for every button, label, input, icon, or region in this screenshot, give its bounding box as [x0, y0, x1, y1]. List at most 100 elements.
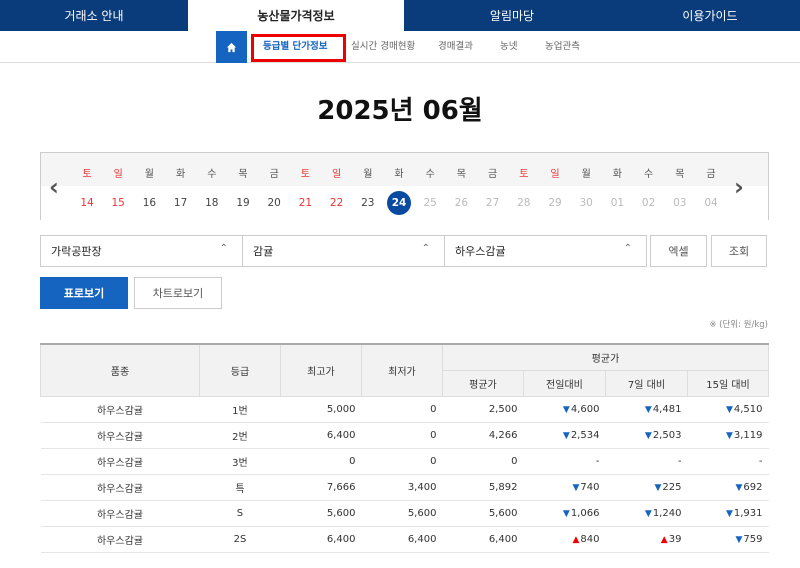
- arrow-down-icon: ▼: [725, 404, 733, 415]
- calendar-weekday: 화: [612, 169, 622, 180]
- calendar-date[interactable]: 01: [605, 197, 629, 209]
- cell-prev-day-value: 4,600: [570, 403, 600, 415]
- cell-max: 5,600: [280, 500, 362, 527]
- table-row: 하우스감귤 S 5,600 5,600 5,600 ▼1,066 ▼1,240 ▼1,931: [40, 500, 769, 527]
- chevron-left-icon[interactable]: ‹: [49, 173, 59, 201]
- cell-avg: 5,892: [442, 474, 524, 501]
- calendar-weekday: 금: [269, 169, 279, 180]
- cell-avg: 2,500: [442, 396, 524, 423]
- calendar-weekday: 수: [643, 169, 654, 180]
- cell-7day-value: -: [677, 455, 682, 467]
- item-select-value: 감귤: [253, 245, 274, 258]
- calendar-date[interactable]: 04: [699, 197, 723, 209]
- cell-15day-value: 759: [743, 533, 763, 545]
- table-row: 하우스감귤 3번 0 0 0- - -: [40, 448, 769, 475]
- home-button[interactable]: [216, 31, 247, 63]
- cell-avg: 6,400: [442, 526, 524, 553]
- table-row: 하우스감귤 2번 6,400 0 4,266 ▼2,534 ▼2,503 ▼3,119: [40, 422, 769, 449]
- top-nav: 거래소 안내 농산물가격정보 알림마당 이용가이드: [0, 0, 800, 31]
- calendar-date[interactable]: 22: [325, 197, 349, 209]
- variety-select[interactable]: 하우스감귤 ⌃: [444, 235, 647, 267]
- variety-select-value: 하우스감귤: [455, 245, 506, 258]
- nav-tab-notice[interactable]: 알림마당: [404, 0, 620, 31]
- calendar-weekday: 화: [394, 169, 404, 180]
- calendar-date[interactable]: 19: [231, 197, 255, 209]
- calendar-date[interactable]: 17: [169, 197, 193, 209]
- cell-7day: ▲39: [605, 526, 688, 553]
- calendar-date[interactable]: 29: [543, 197, 567, 209]
- calendar-date[interactable]: 18: [200, 197, 224, 209]
- highlight-box: [251, 34, 346, 62]
- search-button[interactable]: 조회: [711, 235, 767, 267]
- header-max: 최고가: [279, 343, 362, 397]
- cell-15day-value: 692: [743, 481, 763, 493]
- header-7day: 7일 대비: [604, 369, 688, 397]
- nav-tab-exchange-info[interactable]: 거래소 안내: [0, 0, 188, 31]
- calendar-date[interactable]: 20: [262, 197, 286, 209]
- cell-variety: 하우스감귤: [40, 396, 200, 423]
- calendar-date[interactable]: 02: [637, 197, 661, 209]
- cell-avg: 4,266: [442, 422, 524, 449]
- calendar-date[interactable]: 28: [512, 197, 536, 209]
- arrow-down-icon: ▼: [725, 508, 733, 519]
- calendar-weekday: 금: [487, 169, 498, 180]
- chevron-right-icon[interactable]: ›: [734, 173, 744, 201]
- calendar-weekday: 목: [238, 169, 248, 180]
- calendar-weekday: 토: [300, 169, 310, 180]
- calendar-date[interactable]: 23: [356, 197, 380, 209]
- arrow-up-icon: ▲: [572, 534, 580, 545]
- chart-view-button[interactable]: 차트로보기: [134, 277, 222, 309]
- market-select[interactable]: 가락공판장 ⌃: [40, 235, 243, 267]
- calendar-date[interactable]: 16: [137, 197, 161, 209]
- cell-prev-day: ▼4,600: [523, 396, 606, 423]
- calendar-date[interactable]: 03: [668, 197, 692, 209]
- cell-7day: -: [605, 448, 688, 475]
- nav-tab-price-info[interactable]: 농산물가격정보: [188, 0, 404, 31]
- calendar-weekday: 목: [456, 169, 466, 180]
- calendar-date[interactable]: 21: [293, 197, 317, 209]
- cell-min: 0: [361, 422, 443, 449]
- nav-tab-guide[interactable]: 이용가이드: [620, 0, 800, 31]
- header-grade: 등급: [198, 343, 281, 397]
- sub-nav: 등급별 단가정보 실시간 경매현황 경매결과 농넷 농업관측: [0, 31, 800, 63]
- calendar-date[interactable]: 27: [481, 197, 505, 209]
- subnav-realtime-auction[interactable]: 실시간 경매현황: [351, 31, 415, 63]
- table-row: 하우스감귤 특 7,666 3,400 5,892 ▼740 ▼225 ▼692: [40, 474, 769, 501]
- arrow-down-icon: ▼: [735, 534, 743, 545]
- excel-button[interactable]: 엑셀: [650, 235, 707, 267]
- subnav-agri-observation[interactable]: 농업관측: [545, 31, 580, 63]
- calendar-date[interactable]: 25: [418, 197, 442, 209]
- calendar-date[interactable]: 30: [574, 197, 598, 209]
- arrow-down-icon: ▼: [644, 430, 652, 441]
- calendar-date[interactable]: 24: [387, 191, 411, 215]
- arrow-up-icon: ▲: [660, 534, 668, 545]
- arrow-down-icon: ▼: [735, 482, 743, 493]
- cell-7day-value: 1,240: [652, 507, 682, 519]
- calendar-date[interactable]: 26: [449, 197, 473, 209]
- item-select[interactable]: 감귤 ⌃: [242, 235, 445, 267]
- cell-prev-day-value: -: [595, 455, 600, 467]
- cell-15day-value: 1,931: [733, 507, 763, 519]
- table-view-button[interactable]: 표로보기: [40, 277, 128, 309]
- arrow-down-icon: ▼: [572, 482, 580, 493]
- cell-max: 7,666: [280, 474, 362, 501]
- calendar-date[interactable]: 14: [75, 197, 99, 209]
- subnav-auction-results[interactable]: 경매결과: [438, 31, 473, 63]
- calendar-weekday: 월: [144, 169, 154, 180]
- cell-15day-value: 4,510: [733, 403, 763, 415]
- calendar-weekday: 월: [363, 169, 373, 180]
- calendar-weekday: 목: [675, 169, 685, 180]
- cell-7day: ▼1,240: [605, 500, 688, 527]
- cell-7day-value: 225: [662, 481, 682, 493]
- cell-max: 6,400: [280, 526, 362, 553]
- cell-prev-day: ▼1,066: [523, 500, 606, 527]
- cell-15day: -: [687, 448, 769, 475]
- cell-15day-value: 3,119: [733, 429, 763, 441]
- calendar-date[interactable]: 15: [106, 197, 130, 209]
- subnav-nongnet[interactable]: 농넷: [500, 31, 517, 63]
- arrow-down-icon: ▼: [644, 508, 652, 519]
- cell-prev-day-value: 2,534: [570, 429, 600, 441]
- cell-variety: 하우스감귤: [40, 526, 200, 553]
- arrow-down-icon: ▼: [644, 404, 652, 415]
- cell-7day: ▼225: [605, 474, 688, 501]
